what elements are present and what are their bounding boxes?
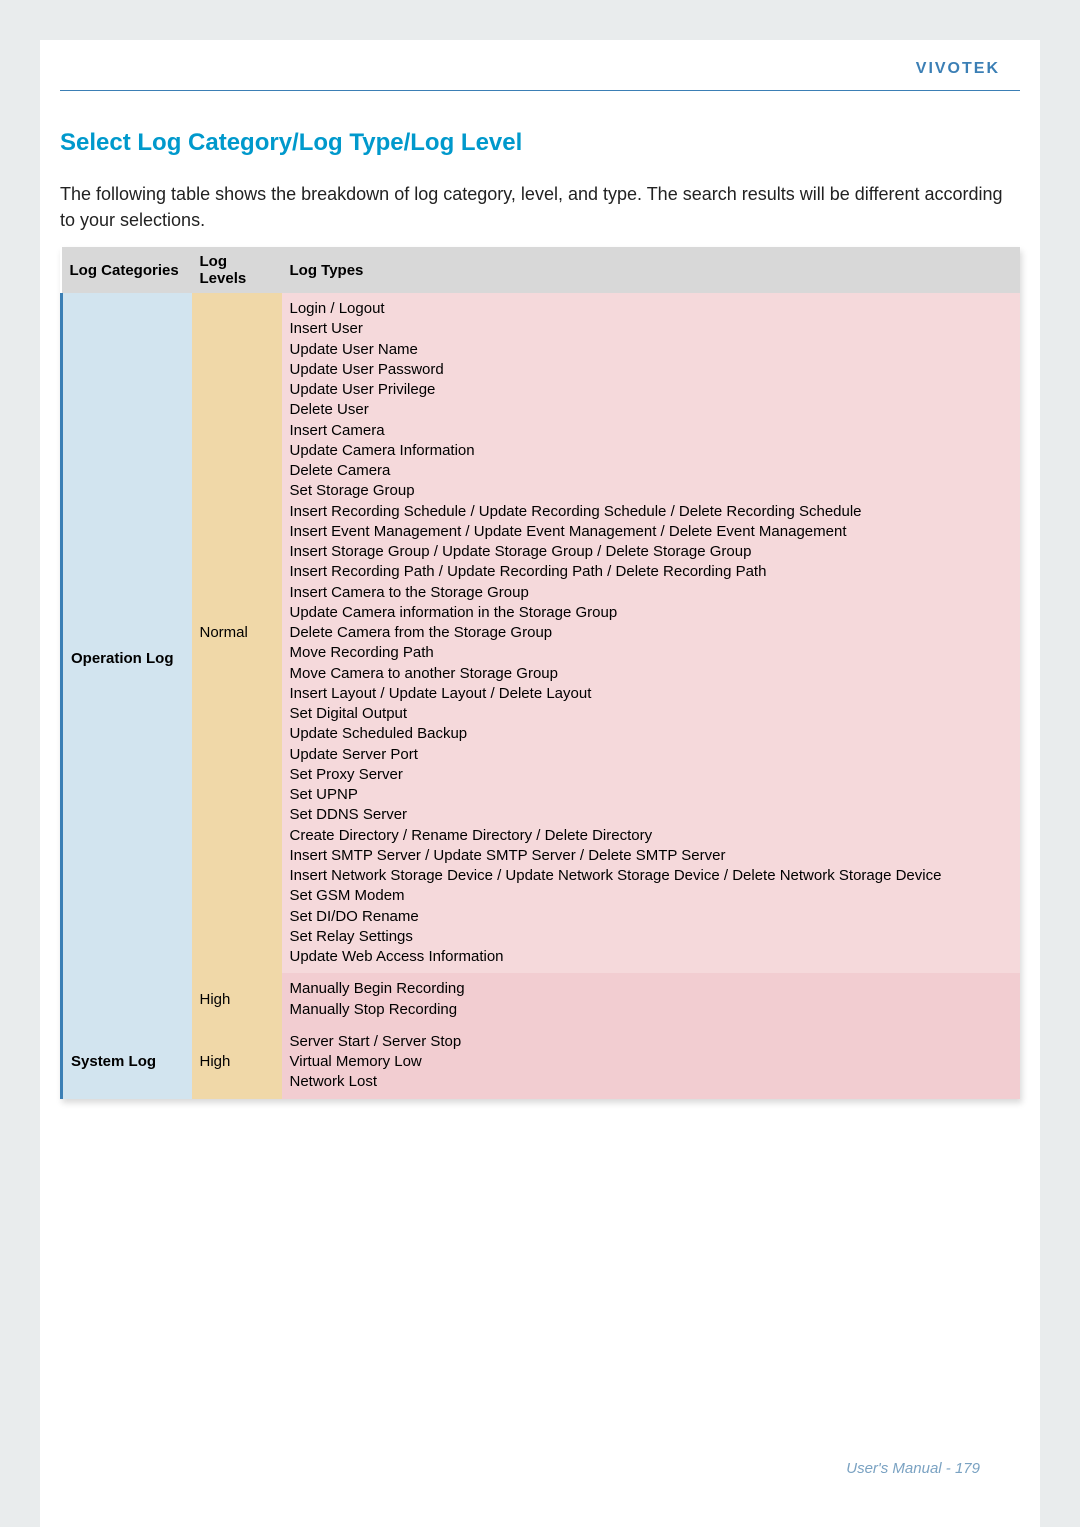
- level-cell: High: [192, 1026, 282, 1099]
- intro-text: The following table shows the breakdown …: [60, 181, 1020, 233]
- types-cell: Manually Begin RecordingManually Stop Re…: [282, 973, 1021, 1026]
- level-cell: High: [192, 973, 282, 1026]
- section-title: Select Log Category/Log Type/Log Level: [60, 129, 1020, 157]
- level-cell: Normal: [192, 293, 282, 973]
- col-header-levels: Log Levels: [192, 247, 282, 293]
- types-cell: Login / LogoutInsert UserUpdate User Nam…: [282, 293, 1021, 973]
- log-table: Log Categories Log Levels Log Types Oper…: [60, 247, 1020, 1099]
- category-operation-log: Operation Log: [62, 293, 192, 1026]
- types-cell: Server Start / Server StopVirtual Memory…: [282, 1026, 1021, 1099]
- brand-header: VIVOTEK: [60, 40, 1020, 91]
- page-footer: User's Manual - 179: [846, 1460, 980, 1477]
- col-header-categories: Log Categories: [62, 247, 192, 293]
- category-system-log: System Log: [62, 1026, 192, 1099]
- col-header-types: Log Types: [282, 247, 1021, 293]
